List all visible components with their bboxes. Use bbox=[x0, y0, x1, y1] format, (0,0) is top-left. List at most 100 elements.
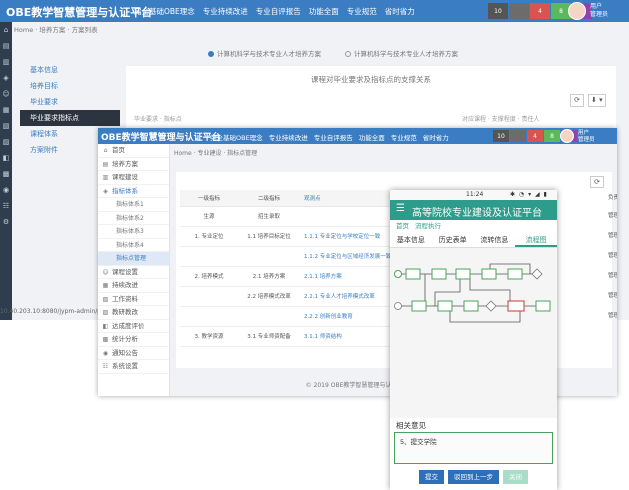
mid-badge-4[interactable]: 8 bbox=[544, 130, 560, 142]
sidebar-item-icon: ☷ bbox=[102, 363, 109, 370]
network-icon[interactable]: ◈ bbox=[0, 70, 12, 86]
sidebar-item-icon: ▨ bbox=[102, 309, 109, 316]
export-dropdown-button[interactable]: ⬇ ▾ bbox=[588, 94, 606, 107]
file-icon[interactable]: ▧ bbox=[0, 118, 12, 134]
phone-tab-2[interactable]: 历史表单 bbox=[432, 232, 474, 247]
back-menu-item-2[interactable]: 培养目标 bbox=[20, 78, 120, 94]
close-button[interactable]: 关闭 bbox=[503, 470, 528, 484]
menu-icon[interactable]: ☰ bbox=[396, 203, 405, 214]
folder-icon[interactable]: ▨ bbox=[0, 134, 12, 150]
back-support-panel: 课程对毕业要求及指标点的支撑关系 ⟳ ⬇ ▾ 毕业要求 · 指标点 对应课程 ·… bbox=[126, 66, 616, 136]
opinion-textarea[interactable]: 5、提交学院 bbox=[394, 432, 553, 464]
cell-observation[interactable]: 2.1.1 培养方案 bbox=[300, 266, 402, 287]
refresh-button[interactable]: ⟳ bbox=[570, 94, 584, 107]
sidebar-item-11[interactable]: ▦ 持续改进 bbox=[98, 279, 169, 293]
back-badge-1[interactable]: 10 bbox=[488, 3, 508, 19]
sidebar-item-2[interactable]: ▤ 培养方案 bbox=[98, 158, 169, 171]
flow-step-7 bbox=[437, 300, 453, 312]
phone-tab-3[interactable]: 流转信息 bbox=[474, 232, 516, 247]
back-status-url: 10.40.203.10:8080/jypm-admin/p bbox=[0, 308, 102, 315]
user-icon[interactable]: ☺ bbox=[0, 86, 12, 102]
responsible-cell: 管理员 bbox=[608, 233, 617, 239]
sidebar-item-icon: ▥ bbox=[102, 174, 109, 181]
mid-nav-item-4[interactable]: 功能全面 bbox=[359, 132, 385, 142]
back-nav-item-5[interactable]: 专业规范 bbox=[347, 6, 377, 17]
book-icon[interactable]: ▥ bbox=[0, 54, 12, 70]
mid-badge-1[interactable]: 10 bbox=[493, 130, 509, 142]
back-nav-item-6[interactable]: 省时省力 bbox=[385, 6, 415, 17]
cell-observation[interactable]: 3.1.1 师资结构 bbox=[300, 326, 402, 347]
back-user-avatar[interactable] bbox=[568, 2, 586, 20]
mid-refresh-button[interactable]: ⟳ bbox=[590, 176, 604, 188]
sidebar-item-8[interactable]: 指标体系4 bbox=[98, 239, 169, 252]
bar-chart-icon[interactable]: ▩ bbox=[0, 166, 12, 182]
sidebar-item-13[interactable]: ▨ 教研教改 bbox=[98, 306, 169, 320]
phone-breadcrumb-home[interactable]: 首页 bbox=[396, 220, 409, 232]
phone-app-bar: ☰ 高等院校专业建设及认证平台 bbox=[390, 200, 557, 220]
sidebar-item-label: 指标体系4 bbox=[116, 241, 144, 249]
table-header-level1: 一级指标 bbox=[180, 190, 238, 207]
cell-observation[interactable] bbox=[300, 206, 402, 227]
phone-tab-4[interactable]: 流程图 bbox=[515, 232, 557, 247]
sidebar-item-12[interactable]: ▧ 工作资料 bbox=[98, 293, 169, 306]
sidebar-item-1[interactable]: ⌂ 首页 bbox=[98, 144, 169, 158]
sidebar-item-5[interactable]: 指标体系1 bbox=[98, 198, 169, 212]
cell-level2: 3.1 专业师资配备 bbox=[238, 326, 300, 347]
stats-icon[interactable]: ◧ bbox=[0, 150, 12, 166]
settings-icon[interactable]: ☷ bbox=[0, 198, 12, 214]
back-nav-item-2[interactable]: 专业持续改进 bbox=[203, 6, 248, 17]
flow-current-step bbox=[507, 300, 525, 312]
mid-user-info[interactable]: 用户 管理员 bbox=[578, 130, 595, 144]
sidebar-item-7[interactable]: 指标体系3 bbox=[98, 225, 169, 239]
sidebar-item-16[interactable]: ◉ 通知公告 bbox=[98, 347, 169, 360]
sidebar-item-14[interactable]: ◧ 达成度评价 bbox=[98, 320, 169, 333]
list-icon[interactable]: ▤ bbox=[0, 38, 12, 54]
cell-observation[interactable]: 1.1.2 专业定位与区域经济发展一致 bbox=[300, 246, 402, 267]
chat-icon[interactable]: ◉ bbox=[0, 182, 12, 198]
cell-observation[interactable]: 1.1.1 专业定位与学校定位一致 bbox=[300, 226, 402, 247]
mid-nav-item-2[interactable]: 专业持续改进 bbox=[269, 132, 308, 142]
back-badge-2[interactable] bbox=[509, 3, 529, 19]
back-nav-item-1[interactable]: 完全基础OBE理念 bbox=[134, 6, 195, 17]
radio-checked-icon[interactable] bbox=[208, 51, 214, 57]
back-radio-option-1[interactable]: 计算机科学与技术专业人才培养方案 bbox=[208, 48, 321, 58]
back-radio-option-2[interactable]: 计算机科学与技术专业人才培养方案 bbox=[345, 48, 458, 58]
mid-badge-3[interactable]: 4 bbox=[527, 130, 543, 142]
mid-badge-2[interactable] bbox=[510, 130, 526, 142]
sidebar-item-9[interactable]: 指标点管理 bbox=[98, 252, 169, 266]
mid-right-column: 负责人管理员管理员管理员管理员管理员管理员 bbox=[608, 190, 617, 326]
sidebar-item-15[interactable]: ▩ 统计分析 bbox=[98, 333, 169, 347]
opinion-label: 相关意见 bbox=[396, 421, 426, 430]
submit-button[interactable]: 提交 bbox=[419, 470, 444, 484]
cell-observation[interactable]: 2.2.2 创新创业教育 bbox=[300, 306, 402, 327]
mid-user-avatar[interactable] bbox=[560, 129, 574, 143]
back-menu-item-4[interactable]: 毕业要求指标点 bbox=[20, 110, 120, 126]
sidebar-item-label: 工作资料 bbox=[112, 294, 138, 303]
mid-nav-item-3[interactable]: 专业自评报告 bbox=[314, 132, 353, 142]
sidebar-item-10[interactable]: ☺ 课程设置 bbox=[98, 266, 169, 279]
sidebar-item-4[interactable]: ◈ 指标体系 bbox=[98, 185, 169, 198]
process-flow-diagram bbox=[390, 248, 557, 418]
gear-icon[interactable]: ⚙ bbox=[0, 214, 12, 230]
radio-unchecked-icon[interactable] bbox=[345, 51, 351, 57]
cell-observation[interactable]: 2.2.1 专业人才培养模式改革 bbox=[300, 286, 402, 307]
chart-icon[interactable]: ▦ bbox=[0, 102, 12, 118]
back-badge-3[interactable]: 4 bbox=[530, 3, 550, 19]
cell-level1 bbox=[180, 246, 238, 267]
mid-nav-item-5[interactable]: 专业规范 bbox=[391, 132, 417, 142]
phone-tab-1[interactable]: 基本信息 bbox=[390, 232, 432, 247]
sidebar-item-label: 持续改进 bbox=[112, 281, 138, 289]
back-menu-item-3[interactable]: 毕业要求 bbox=[20, 94, 120, 110]
home-icon[interactable]: ⌂ bbox=[0, 22, 12, 38]
back-menu-item-1[interactable]: 基本信息 bbox=[20, 62, 120, 78]
sidebar-item-3[interactable]: ▥ 课程建设 bbox=[98, 171, 169, 185]
sidebar-item-6[interactable]: 指标体系2 bbox=[98, 212, 169, 225]
back-nav-item-4[interactable]: 功能全面 bbox=[309, 6, 339, 17]
back-user-info[interactable]: 用户 管理员 bbox=[590, 3, 608, 19]
reject-to-previous-button[interactable]: 驳回到上一步 bbox=[448, 470, 499, 484]
mid-nav-item-6[interactable]: 省时省力 bbox=[423, 132, 449, 142]
phone-breadcrumb: 首页 流程执行 bbox=[390, 220, 557, 232]
back-nav-item-3[interactable]: 专业自评报告 bbox=[256, 6, 301, 17]
mid-nav-item-1[interactable]: 完全基础OBE理念 bbox=[210, 132, 263, 142]
sidebar-item-17[interactable]: ☷ 系统设置 bbox=[98, 360, 169, 374]
